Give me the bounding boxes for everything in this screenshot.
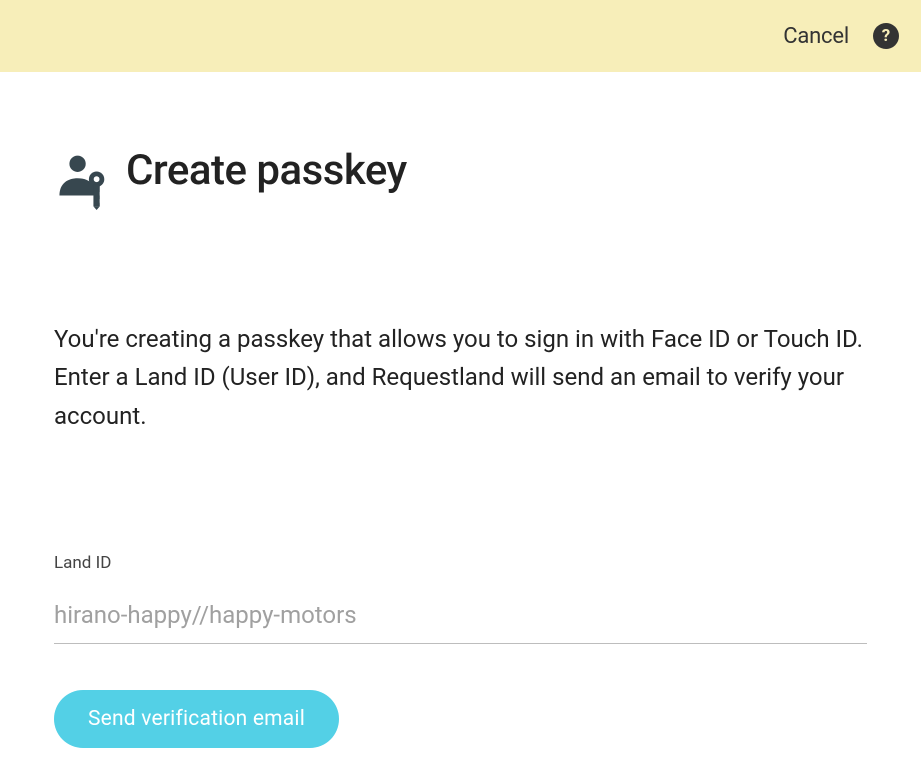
header-bar: Cancel ? <box>0 0 921 72</box>
help-icon[interactable]: ? <box>873 23 899 49</box>
main-content: Create passkey You're creating a passkey… <box>0 72 921 748</box>
send-verification-button[interactable]: Send verification email <box>54 690 339 748</box>
land-id-input[interactable] <box>54 595 867 644</box>
land-id-label: Land ID <box>54 553 867 573</box>
description-text: You're creating a passkey that allows yo… <box>54 320 864 435</box>
cancel-button[interactable]: Cancel <box>783 24 849 49</box>
page-title: Create passkey <box>126 150 407 212</box>
title-row: Create passkey <box>54 150 867 212</box>
passkey-person-icon <box>54 152 112 210</box>
